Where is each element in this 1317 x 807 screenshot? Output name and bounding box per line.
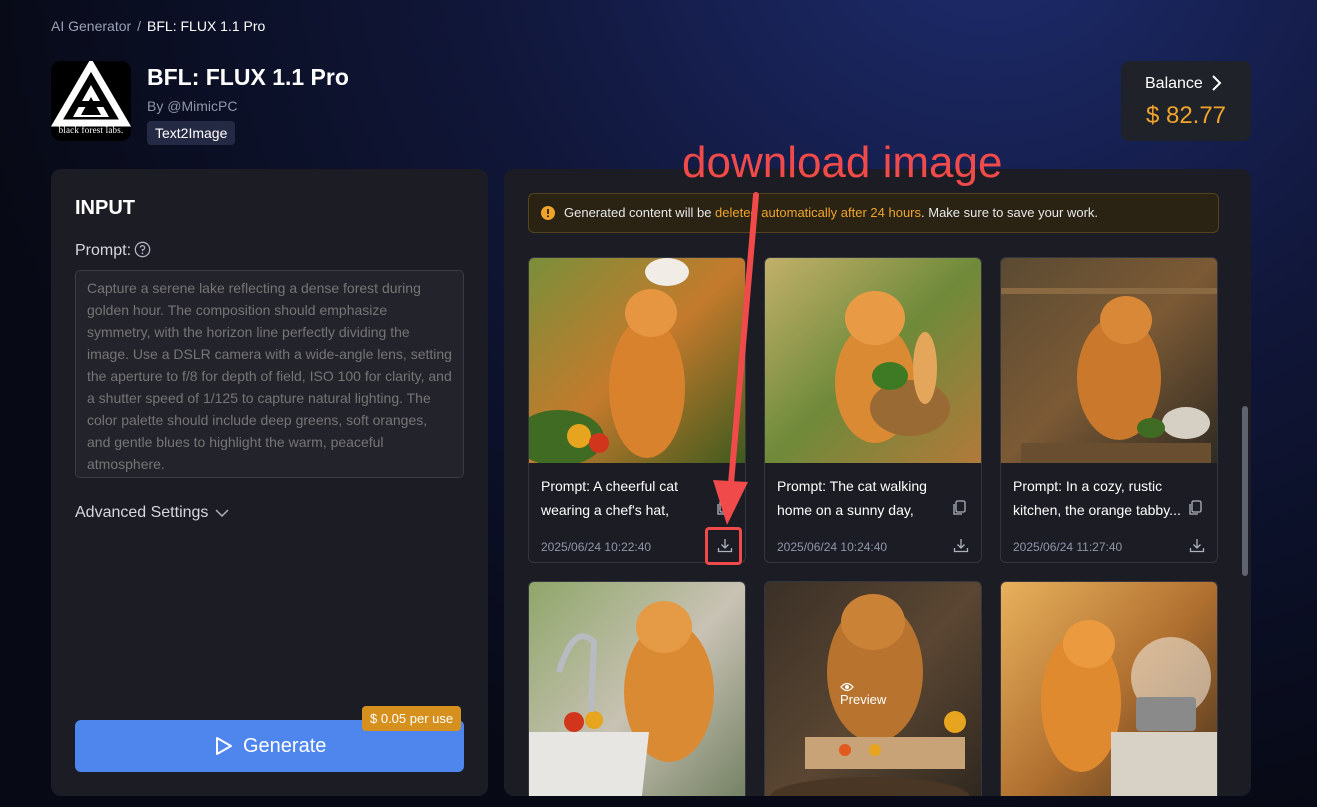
input-heading: INPUT (75, 197, 135, 219)
breadcrumb: AI Generator / BFL: FLUX 1.1 Pro (51, 18, 265, 34)
preview-label: Preview (840, 692, 887, 707)
result-image[interactable] (529, 258, 745, 463)
copy-icon[interactable] (952, 500, 966, 516)
card-date: 2025/06/24 10:22:40 (541, 540, 652, 554)
result-card[interactable] (528, 581, 746, 796)
output-panel: Generated content will be deleted automa… (504, 169, 1251, 796)
notice-suffix: . Make sure to save your work. (921, 205, 1099, 220)
help-icon[interactable] (134, 241, 151, 258)
balance-card[interactable]: Balance $ 82.77 (1121, 61, 1251, 141)
breadcrumb-current: BFL: FLUX 1.1 Pro (147, 18, 266, 34)
warning-icon (541, 206, 555, 220)
play-icon (216, 737, 232, 755)
notice-highlight: deleted automatically after 24 hours (715, 205, 922, 220)
result-image[interactable] (529, 582, 745, 796)
result-image[interactable]: Preview (765, 582, 981, 796)
result-image[interactable] (1001, 258, 1217, 463)
logo-text: black forest labs. (58, 125, 124, 135)
balance-value: $ 82.77 (1145, 102, 1227, 129)
card-prompt: Prompt: In a cozy, rustic kitchen, the o… (1013, 478, 1181, 518)
annotation-label: download image (682, 138, 1003, 187)
result-card[interactable]: Prompt: In a cozy, rustic kitchen, the o… (1000, 257, 1218, 563)
input-panel: INPUT Prompt: Advanced Settings Generate… (51, 169, 488, 796)
generate-label: Generate (243, 735, 327, 757)
result-card[interactable]: Prompt: The cat walking home on a sunny … (764, 257, 982, 563)
app-author: By @MimicPC (147, 98, 238, 114)
copy-icon[interactable] (716, 500, 730, 516)
card-prompt: Prompt: A cheerful cat wearing a chef's … (541, 478, 678, 518)
breadcrumb-separator: / (137, 18, 142, 34)
eye-icon (840, 682, 854, 692)
download-icon[interactable] (953, 537, 969, 553)
copy-icon[interactable] (1188, 500, 1202, 516)
advanced-settings-toggle[interactable]: Advanced Settings (75, 504, 208, 522)
card-date: 2025/06/24 10:24:40 (777, 540, 888, 554)
preview-button[interactable]: Preview (840, 682, 886, 707)
app-logo: black forest labs. (51, 61, 131, 141)
card-date: 2025/06/24 11:27:40 (1013, 540, 1123, 554)
download-icon[interactable] (717, 537, 733, 553)
result-card[interactable]: Preview (764, 581, 982, 796)
app-title: BFL: FLUX 1.1 Pro (147, 64, 349, 90)
auto-delete-notice: Generated content will be deleted automa… (528, 193, 1219, 233)
download-icon[interactable] (1189, 537, 1205, 553)
result-image[interactable] (1001, 582, 1217, 796)
result-card[interactable]: Prompt: A cheerful cat wearing a chef's … (528, 257, 746, 563)
app-tag: Text2Image (147, 121, 236, 145)
chevron-down-icon[interactable] (214, 505, 230, 521)
prompt-label: Prompt: (75, 242, 132, 259)
chevron-right-icon (1212, 75, 1222, 91)
breadcrumb-parent[interactable]: AI Generator (51, 18, 131, 34)
price-badge: $ 0.05 per use (362, 706, 462, 731)
notice-prefix: Generated content will be (564, 205, 716, 220)
result-card[interactable] (1000, 581, 1218, 796)
card-prompt: Prompt: The cat walking home on a sunny … (777, 478, 927, 518)
prompt-input[interactable] (75, 270, 464, 478)
results-scrollbar[interactable] (1242, 406, 1248, 576)
result-image[interactable] (765, 258, 981, 463)
balance-label: Balance (1145, 75, 1203, 92)
